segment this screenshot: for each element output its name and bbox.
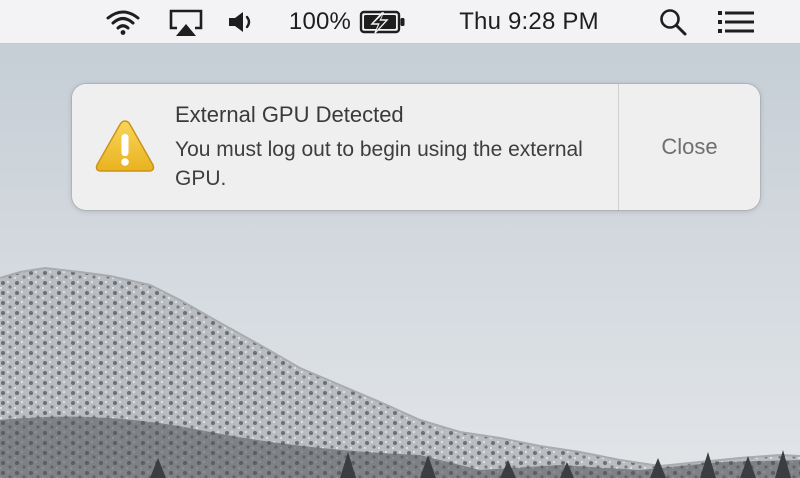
spotlight-search-icon[interactable] (654, 0, 692, 44)
battery-percentage[interactable]: 100% (286, 0, 354, 44)
menu-bar: 100% Thu 9:28 PM (0, 0, 800, 44)
menu-bar-clock[interactable]: Thu 9:28 PM (440, 0, 618, 44)
notification-center-icon[interactable] (714, 0, 758, 44)
notification-message: You must log out to begin using the exte… (175, 138, 583, 190)
notification-title: External GPU Detected (175, 102, 404, 127)
warning-icon (94, 118, 156, 174)
desktop-wallpaper (0, 0, 800, 478)
desktop: 100% Thu 9:28 PM External GPU Detected Y… (0, 0, 800, 478)
close-button[interactable]: Close (619, 84, 760, 210)
notification-banner[interactable]: External GPU Detected You must log out t… (72, 84, 760, 210)
clock-text: Thu 9:28 PM (459, 8, 599, 35)
battery-percentage-text: 100% (288, 8, 352, 35)
battery-charging-icon[interactable] (357, 0, 409, 44)
airplay-icon[interactable] (164, 0, 208, 44)
volume-icon[interactable] (224, 0, 258, 44)
wifi-icon[interactable] (100, 0, 146, 44)
